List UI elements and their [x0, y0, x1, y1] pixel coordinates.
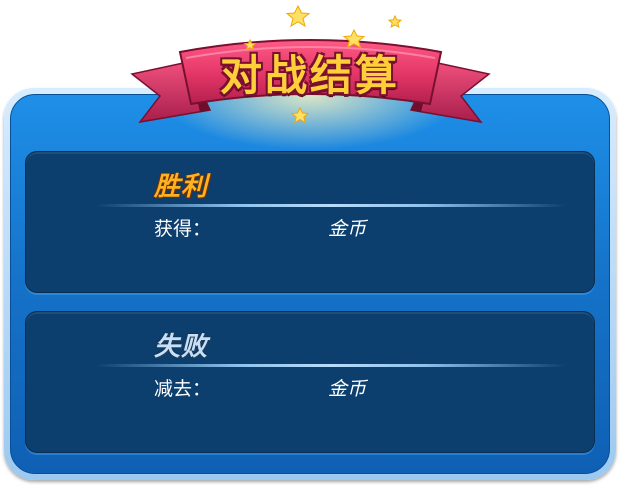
- page-title: 对战结算: [219, 51, 400, 100]
- win-coin-label: 金币: [328, 218, 367, 240]
- lose-panel: 失败 减去： 金币: [25, 311, 595, 453]
- star-icon: [387, 14, 403, 29]
- win-divider: [96, 204, 566, 207]
- lose-title: 失败: [154, 332, 209, 362]
- win-panel: 胜利 获得： 金币: [25, 151, 595, 293]
- dialog-body: 胜利 获得： 金币 失败 减去： 金币: [10, 94, 610, 474]
- title-banner: 对战结算: [0, 0, 621, 150]
- lose-penalty-label: 减去：: [154, 378, 212, 400]
- lose-divider: [96, 364, 566, 367]
- lose-coin-label: 金币: [328, 378, 367, 400]
- win-title: 胜利: [154, 166, 208, 203]
- star-icon: [285, 4, 311, 28]
- win-reward-label: 获得：: [154, 218, 212, 240]
